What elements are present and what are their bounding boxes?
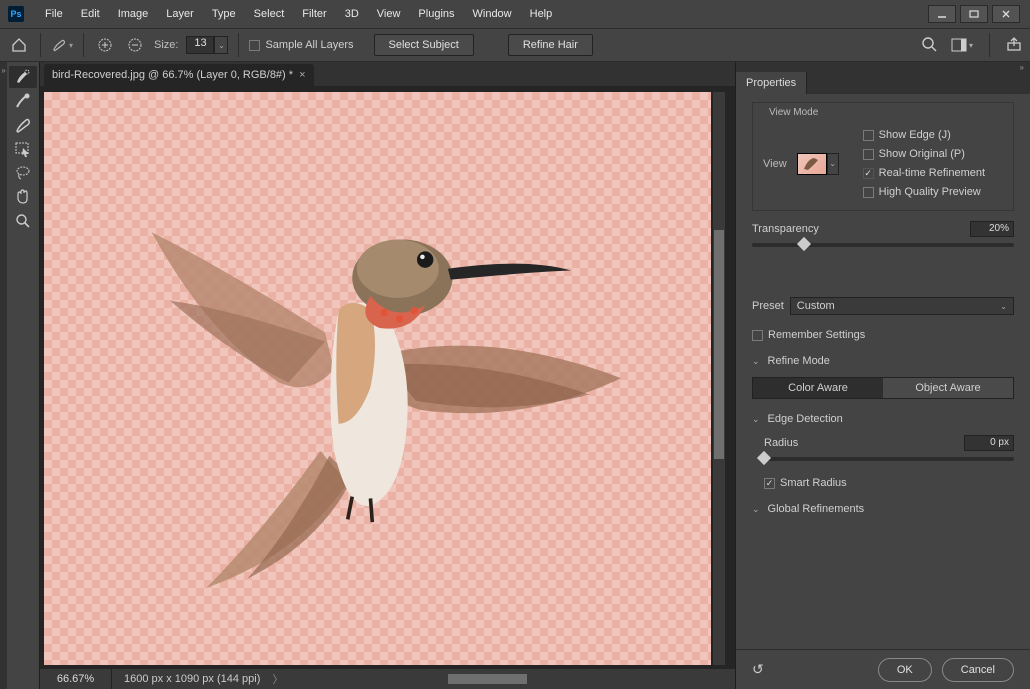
transparency-value[interactable]: 20%: [970, 221, 1014, 237]
object-aware-toggle[interactable]: Object Aware: [883, 378, 1013, 398]
properties-tab[interactable]: Properties: [736, 72, 807, 94]
remember-settings-checkbox[interactable]: Remember Settings: [752, 329, 1014, 341]
menu-bar: Ps File Edit Image Layer Type Select Fil…: [0, 0, 1030, 28]
refine-hair-button[interactable]: Refine Hair: [508, 34, 593, 56]
radius-label: Radius: [764, 437, 798, 449]
menu-select[interactable]: Select: [245, 0, 294, 28]
brush-preset-icon[interactable]: ▾: [51, 34, 73, 56]
radius-value[interactable]: 0 px: [964, 435, 1014, 451]
menu-3d[interactable]: 3D: [336, 0, 368, 28]
object-selection-tool[interactable]: [9, 138, 37, 160]
left-toolbar: [7, 62, 40, 689]
transparency-slider[interactable]: [752, 243, 1014, 247]
sample-all-layers-checkbox[interactable]: Sample All Layers: [249, 39, 353, 51]
show-original-checkbox[interactable]: Show Original (P): [863, 148, 985, 160]
horizontal-scrollbar[interactable]: [289, 673, 729, 685]
doc-tab-title: bird-Recovered.jpg @ 66.7% (Layer 0, RGB…: [52, 69, 293, 81]
realtime-refinement-checkbox: Real-time Refinement: [863, 167, 985, 179]
lasso-tool[interactable]: [9, 162, 37, 184]
menu-layer[interactable]: Layer: [157, 0, 203, 28]
sample-all-layers-label: Sample All Layers: [265, 39, 353, 51]
refine-mode-toggle: Color Aware Object Aware: [752, 377, 1014, 399]
add-selection-icon[interactable]: [94, 34, 116, 56]
menu-image[interactable]: Image: [109, 0, 158, 28]
menu-type[interactable]: Type: [203, 0, 245, 28]
dimensions-readout: 1600 px x 1090 px (144 ppi): [112, 673, 272, 685]
document-area: bird-Recovered.jpg @ 66.7% (Layer 0, RGB…: [40, 62, 735, 689]
share-icon[interactable]: [1006, 36, 1022, 55]
transparency-label: Transparency: [752, 223, 819, 235]
reset-icon[interactable]: ↺: [752, 661, 764, 678]
ok-button[interactable]: OK: [878, 658, 932, 682]
minimize-button[interactable]: [928, 5, 956, 23]
preset-dropdown[interactable]: Custom ⌄: [790, 297, 1014, 315]
menu-help[interactable]: Help: [521, 0, 562, 28]
size-dropdown[interactable]: ⌄: [214, 36, 228, 54]
menu-plugins[interactable]: Plugins: [409, 0, 463, 28]
maximize-button[interactable]: [960, 5, 988, 23]
color-aware-toggle[interactable]: Color Aware: [753, 378, 883, 398]
menu-window[interactable]: Window: [464, 0, 521, 28]
workspace-switch-icon[interactable]: ▾: [951, 38, 973, 52]
menu-edit[interactable]: Edit: [72, 0, 109, 28]
smart-radius-checkbox[interactable]: Smart Radius: [752, 477, 1014, 489]
toolbar-grip[interactable]: [0, 62, 7, 689]
refine-edge-brush-tool[interactable]: [9, 90, 37, 112]
view-label: View: [763, 158, 787, 170]
refine-mode-header[interactable]: ⌄Refine Mode: [752, 355, 1014, 367]
global-refinements-header[interactable]: ⌄Global Refinements: [752, 503, 1014, 515]
quick-selection-tool[interactable]: [9, 66, 37, 88]
canvas[interactable]: [44, 92, 711, 665]
transparency-control: Transparency 20%: [752, 221, 1014, 247]
panel-footer: ↺ OK Cancel: [736, 649, 1030, 689]
close-button[interactable]: [992, 5, 1020, 23]
radius-slider[interactable]: [764, 457, 1014, 461]
menu-file[interactable]: File: [36, 0, 72, 28]
show-edge-checkbox[interactable]: Show Edge (J): [863, 129, 985, 141]
search-icon[interactable]: [921, 36, 937, 55]
menu-view[interactable]: View: [368, 0, 410, 28]
hand-tool[interactable]: [9, 186, 37, 208]
close-tab-icon[interactable]: ×: [299, 69, 305, 81]
menu-filter[interactable]: Filter: [293, 0, 335, 28]
view-mode-group: View Mode View ⌄ Show Edge (J) Show Orig…: [752, 102, 1014, 211]
view-mode-title: View Mode: [769, 107, 818, 118]
size-input[interactable]: 13: [186, 36, 214, 54]
doc-tab[interactable]: bird-Recovered.jpg @ 66.7% (Layer 0, RGB…: [44, 64, 314, 86]
bird-image: [97, 126, 644, 630]
view-swatch[interactable]: [797, 153, 827, 175]
zoom-tool[interactable]: [9, 210, 37, 232]
app-logo: Ps: [8, 6, 24, 22]
panel-grip[interactable]: [736, 62, 1030, 72]
properties-panel: Properties View Mode View ⌄ Show Edge (J…: [735, 62, 1030, 689]
view-dropdown[interactable]: ⌄: [827, 153, 839, 175]
radius-control: Radius 0 px: [752, 435, 1014, 461]
select-subject-button[interactable]: Select Subject: [374, 34, 474, 56]
cancel-button[interactable]: Cancel: [942, 658, 1014, 682]
zoom-readout[interactable]: 66.67%: [40, 669, 112, 689]
subtract-selection-icon[interactable]: [124, 34, 146, 56]
doc-tab-bar: bird-Recovered.jpg @ 66.7% (Layer 0, RGB…: [40, 62, 735, 86]
high-quality-preview-checkbox[interactable]: High Quality Preview: [863, 186, 985, 198]
preset-label: Preset: [752, 300, 784, 312]
size-label: Size:: [154, 39, 178, 51]
home-icon[interactable]: [8, 34, 30, 56]
brush-tool[interactable]: [9, 114, 37, 136]
edge-detection-header[interactable]: ⌄Edge Detection: [752, 413, 1014, 425]
vertical-scrollbar[interactable]: [713, 92, 725, 665]
options-bar: ▾ Size: 13 ⌄ Sample All Layers Select Su…: [0, 28, 1030, 62]
